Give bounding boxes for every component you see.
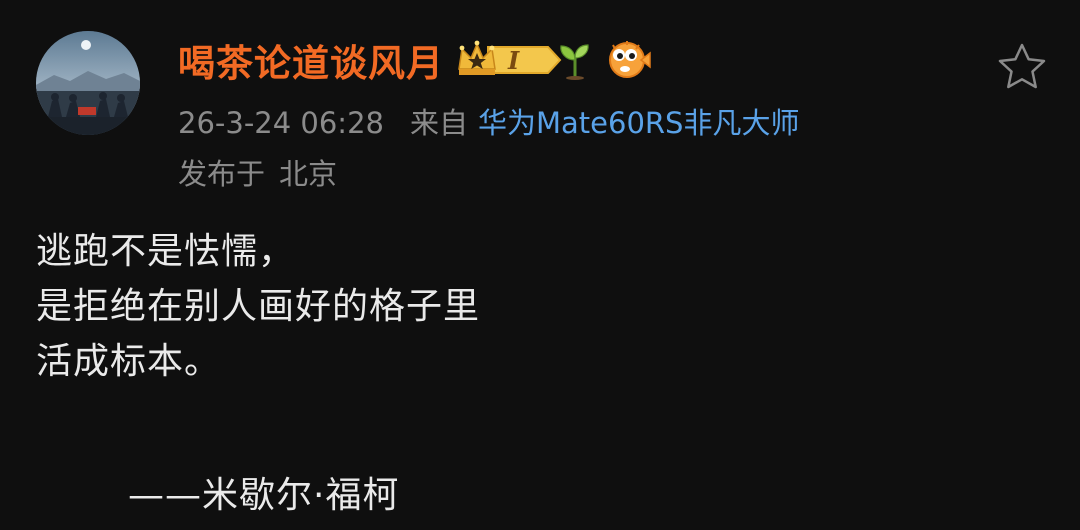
username[interactable]: 喝茶论道谈风月 — [178, 33, 444, 87]
crown-icon — [458, 40, 496, 75]
author-header: 喝茶论道谈风月 I — [178, 34, 651, 86]
post-location: 发布于 北京 — [178, 151, 337, 193]
post-time: 26-3-24 06:28 — [178, 106, 384, 140]
content-line: 活成标本。 — [36, 341, 222, 382]
content-line: 是拒绝在别人画好的格子里 — [36, 286, 481, 327]
post-meta: 26-3-24 06:28 来自 华为Mate60RS非凡大师 — [178, 100, 799, 142]
content-line: 逃跑不是怯懦， — [36, 231, 296, 272]
location-label: 发布于 — [178, 157, 266, 191]
sprout-icon[interactable] — [557, 40, 593, 80]
avatar[interactable] — [36, 31, 140, 135]
quote-attribution: ——米歇尔·福柯 — [128, 475, 400, 516]
post-content: 逃跑不是怯懦， 是拒绝在别人画好的格子里 活成标本。 — [36, 224, 480, 389]
location-city: 北京 — [279, 157, 338, 191]
device-link[interactable]: 华为Mate60RS非凡大师 — [478, 100, 799, 142]
star-outline-icon[interactable] — [996, 42, 1048, 90]
level-number: I — [508, 45, 520, 75]
pufferfish-icon[interactable] — [605, 39, 651, 81]
source-label: 来自 — [409, 106, 468, 140]
